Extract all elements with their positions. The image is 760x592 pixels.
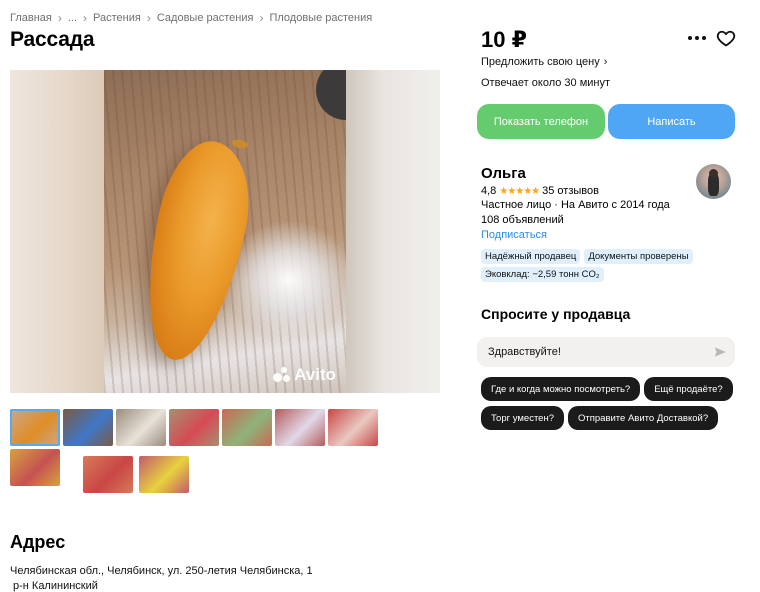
breadcrumb-home[interactable]: Главная [10,12,52,24]
seller-rating[interactable]: 4,8 ★★★★★ 35 отзывов [481,185,599,197]
thumbnail[interactable] [328,409,378,446]
seller-badges: Надёжный продавец Документы проверены Эк… [481,249,721,282]
thumbnail[interactable] [63,409,113,446]
photo-blur-right [346,70,440,393]
address-text: Челябинская обл., Челябинск, ул. 250-лет… [10,564,313,592]
badge-documents-verified[interactable]: Документы проверены [584,249,693,264]
address-heading: Адрес [10,532,66,552]
offer-price-link[interactable]: Предложить свою цену › [481,56,607,68]
thumbnail[interactable] [169,409,219,446]
photo-blur-left [10,70,104,393]
thumbnail[interactable] [275,409,325,446]
send-icon[interactable] [713,345,727,359]
watermark-text: Avito [294,365,336,384]
thumbnail[interactable] [116,409,166,446]
heart-icon[interactable] [716,28,736,48]
page-title: Рассада [10,28,95,51]
chevron-right-icon: › [603,56,608,68]
chip-bargain[interactable]: Торг уместен? [481,406,564,430]
thumbnail[interactable] [10,449,60,486]
badge-eco-contribution[interactable]: Эковклад: −2,59 тонн CO₂ [481,267,604,282]
chip-still-selling[interactable]: Ещё продаёте? [644,377,733,401]
offer-price-label: Предложить свою цену [481,56,600,68]
thumbnail[interactable] [222,409,272,446]
pepper-photo [104,70,346,393]
more-options-icon[interactable] [688,36,706,40]
show-phone-button[interactable]: Показать телефон [477,104,605,139]
breadcrumb-ellipsis[interactable]: ... [68,12,77,24]
chevron-right-icon: › [57,11,62,25]
breadcrumb-fruit-plants[interactable]: Плодовые растения [269,12,372,24]
thumbnail-strip [10,409,440,493]
rating-value: 4,8 [481,185,497,197]
quick-questions: Где и когда можно посмотреть? Ещё продаё… [481,377,741,430]
address-district: р-н Калининский [13,580,98,592]
seller-type: Частное лицо · На Авито с 2014 года [481,199,670,211]
breadcrumb: Главная › ... › Растения › Садовые расте… [10,11,372,25]
seller-ads-count[interactable]: 108 объявлений [481,214,564,226]
avatar[interactable] [696,164,731,199]
chip-avito-delivery[interactable]: Отправите Авито Доставкой? [568,406,719,430]
thumbnail[interactable] [10,409,60,446]
chevron-right-icon: › [259,11,264,25]
address-line: Челябинская обл., Челябинск, ул. 250-лет… [10,565,313,577]
breadcrumb-garden-plants[interactable]: Садовые растения [157,12,254,24]
badge-reliable-seller[interactable]: Надёжный продавец [481,249,581,264]
avito-watermark: Avito [273,365,336,385]
subscribe-link[interactable]: Подписаться [481,229,547,241]
main-photo[interactable]: Avito [10,70,440,393]
seller-name[interactable]: Ольга [481,165,526,182]
avito-logo-icon [273,367,291,383]
chevron-right-icon: › [146,11,151,25]
chip-where-when[interactable]: Где и когда можно посмотреть? [481,377,641,401]
ask-seller-heading: Спросите у продавца [481,306,631,322]
chevron-right-icon: › [83,11,88,25]
reply-time: Отвечает около 30 минут [481,77,611,89]
reviews-count: 35 отзывов [542,185,599,197]
message-input[interactable] [477,337,735,367]
write-button[interactable]: Написать [608,104,735,139]
thumbnail[interactable] [139,456,189,493]
breadcrumb-plants[interactable]: Растения [93,12,141,24]
thumbnail[interactable] [83,456,133,493]
price: 10 ₽ [481,27,527,52]
rating-stars-icon: ★★★★★ [499,185,540,197]
